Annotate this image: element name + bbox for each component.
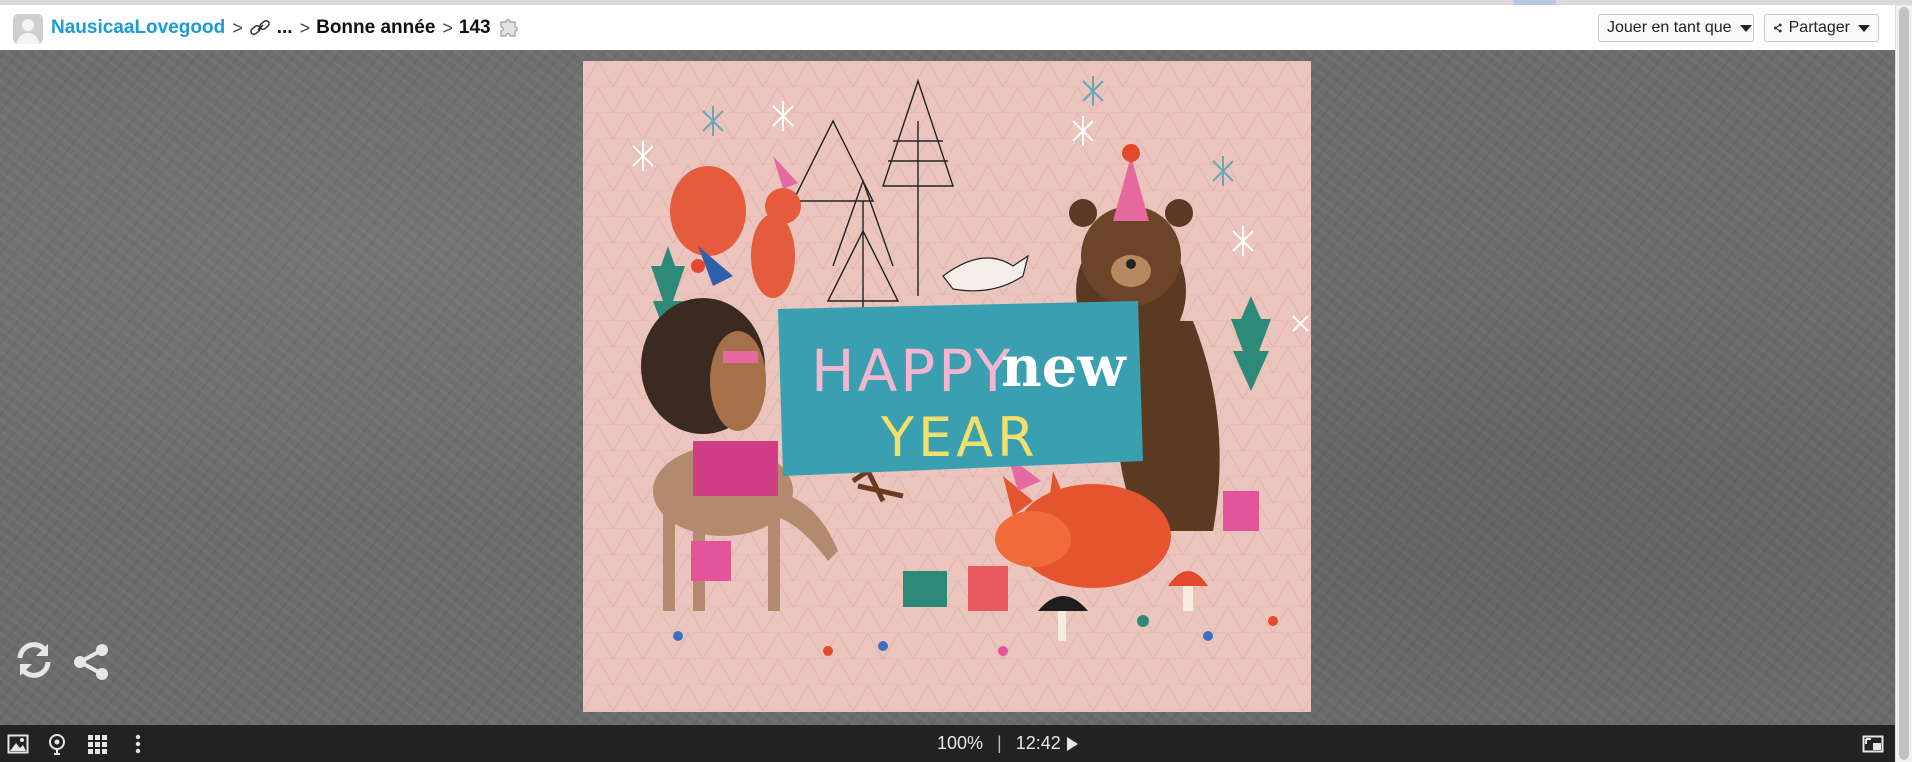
share-icon <box>1773 23 1782 33</box>
breadcrumb-piece-count: 143 <box>458 17 491 38</box>
breadcrumb-ellipsis[interactable]: ... <box>277 17 293 39</box>
puzzle-piece-icon <box>500 19 518 37</box>
play-as-dropdown[interactable]: Jouer en tant que <box>1598 14 1754 42</box>
bottom-toolbar: 100% | 12:42 <box>0 725 1895 762</box>
fullscreen-icon[interactable] <box>1862 733 1884 755</box>
refresh-icon[interactable] <box>12 638 56 682</box>
happy-new-year-banner: HAPPY new YEAR <box>778 301 1143 476</box>
breadcrumb-collection[interactable]: Bonne année <box>316 17 435 39</box>
elapsed-time: 12:42 <box>1015 733 1061 753</box>
share-dropdown[interactable]: Partager <box>1764 14 1879 42</box>
image-icon[interactable] <box>7 733 29 755</box>
share-label: Partager <box>1788 19 1850 36</box>
piece-picker-icon[interactable] <box>46 733 68 755</box>
puzzle-image: HAPPY new YEAR <box>583 61 1311 712</box>
chevron-right-icon: > <box>299 17 311 38</box>
play-icon[interactable] <box>1066 736 1078 751</box>
more-vertical-icon[interactable] <box>127 733 149 755</box>
chevron-right-icon: > <box>442 17 453 38</box>
header: NausicaaLovegood > ... > Bonne année > 1… <box>0 5 1895 50</box>
link-icon[interactable] <box>249 19 271 37</box>
game-status: 100% | 12:42 <box>937 733 1078 754</box>
scrollbar-thumb[interactable] <box>1899 7 1909 760</box>
vertical-scrollbar[interactable] <box>1895 5 1912 762</box>
play-as-label: Jouer en tant que <box>1607 19 1732 36</box>
breadcrumb: NausicaaLovegood > ... > Bonne année > 1… <box>51 16 521 40</box>
status-separator: | <box>997 733 1002 753</box>
breadcrumb-user-link[interactable]: NausicaaLovegood <box>51 17 225 39</box>
gift-illustration <box>903 571 947 607</box>
completion-percent: 100% <box>937 733 984 753</box>
avatar[interactable] <box>13 14 43 44</box>
caret-down-icon <box>1858 24 1870 32</box>
puzzle-board[interactable]: HAPPY new YEAR <box>583 61 1311 712</box>
gift-illustration <box>1223 491 1259 531</box>
gift-illustration <box>968 566 1008 611</box>
chevron-right-icon: > <box>232 17 243 38</box>
banner-new: new <box>1001 334 1127 400</box>
gift-illustration <box>691 541 731 581</box>
share-icon[interactable] <box>70 640 114 684</box>
grid-icon[interactable] <box>86 733 108 755</box>
banner-year: YEAR <box>880 406 1039 469</box>
banner-happy: HAPPY <box>811 337 1013 405</box>
caret-down-icon <box>1739 24 1752 32</box>
